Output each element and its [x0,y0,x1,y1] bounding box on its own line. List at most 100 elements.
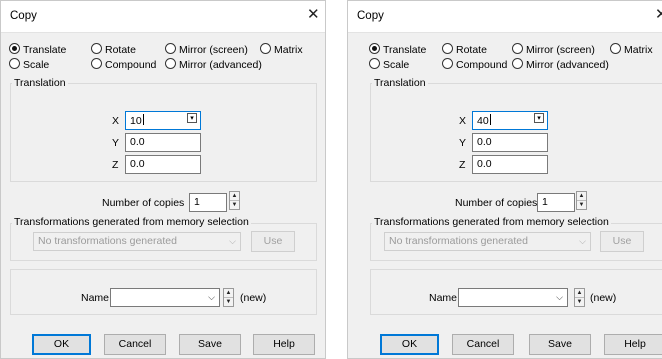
spin-up-icon[interactable]: ▲ [224,289,233,298]
copies-spinner[interactable]: ▲ ▼ [576,191,587,210]
cell-picker-icon[interactable]: ▾ [187,113,197,123]
memory-combo-value: No transformations generated [389,235,528,247]
memory-group-label: Transformations generated from memory se… [12,216,251,228]
radio-mirror-advanced[interactable]: Mirror (advanced) [512,58,609,72]
radio-compound[interactable]: Compound [91,58,156,72]
radio-label: Rotate [456,44,487,56]
radio-rotate[interactable]: Rotate [442,43,487,57]
y-input[interactable]: 0.0 [472,133,548,152]
text-caret [142,114,144,125]
spin-down-icon[interactable]: ▼ [230,201,239,209]
dialog-title: Copy [10,10,37,22]
help-button[interactable]: Help [604,334,662,355]
radio-selected-icon [9,43,20,54]
radio-matrix[interactable]: Matrix [610,43,653,57]
translation-group-label: Translation [12,77,68,89]
spin-down-icon[interactable]: ▼ [224,298,233,306]
radio-mirror-screen[interactable]: Mirror (screen) [165,43,248,57]
z-input[interactable]: 0.0 [125,155,201,174]
radio-label: Scale [23,59,50,71]
memory-combo[interactable]: No transformations generated ⌵ [384,232,591,251]
copies-label: Number of copies [102,197,185,209]
copy-dialog-right: Copy ✕ Translate Rotate Mirror (screen) … [347,0,662,359]
radio-label: Translate [383,44,427,56]
radio-label: Matrix [274,44,303,56]
radio-icon [9,58,20,69]
cancel-button[interactable]: Cancel [452,334,514,355]
radio-icon [442,58,453,69]
x-label: X [459,115,467,127]
spin-up-icon[interactable]: ▲ [230,192,239,201]
radio-label: Scale [383,59,410,71]
radio-icon [165,58,176,69]
y-label: Y [459,137,467,149]
name-combo[interactable]: ⌵ [458,288,568,307]
ok-button[interactable]: OK [32,334,91,355]
radio-compound[interactable]: Compound [442,58,507,72]
title-bar: Copy ✕ [348,1,662,33]
radio-translate[interactable]: Translate [369,43,426,57]
spin-down-icon[interactable]: ▼ [577,201,586,209]
memory-combo-value: No transformations generated [38,235,177,247]
radio-label: Compound [456,59,508,71]
copy-dialog-left: Copy ✕ Translate Rotate Mirror (screen) … [0,0,326,359]
help-button[interactable]: Help [253,334,315,355]
chevron-down-icon[interactable]: ⌵ [556,291,563,304]
cancel-button[interactable]: Cancel [104,334,166,355]
save-button[interactable]: Save [529,334,591,355]
radio-icon [442,43,453,54]
copies-input[interactable]: 1 [537,193,575,212]
radio-icon [91,43,102,54]
close-icon[interactable]: ✕ [655,6,662,24]
z-input[interactable]: 0.0 [472,155,548,174]
x-input-value: 40 [477,115,489,127]
radio-label: Matrix [624,44,653,56]
copies-spinner[interactable]: ▲ ▼ [229,191,240,210]
radio-label: Mirror (screen) [179,44,248,56]
copies-label: Number of copies [455,197,538,209]
radio-icon [91,58,102,69]
dialog-title: Copy [357,10,384,22]
ok-button[interactable]: OK [380,334,439,355]
radio-mirror-screen[interactable]: Mirror (screen) [512,43,595,57]
name-spinner[interactable]: ▲ ▼ [223,288,234,307]
z-label: Z [459,159,466,171]
x-input-value: 10 [130,115,142,127]
chevron-down-icon: ⌵ [229,236,236,246]
radio-label: Mirror (advanced) [179,59,262,71]
spin-up-icon[interactable]: ▲ [577,192,586,201]
radio-matrix[interactable]: Matrix [260,43,303,57]
use-button[interactable]: Use [600,231,644,252]
chevron-down-icon[interactable]: ⌵ [208,291,215,304]
radio-icon [610,43,621,54]
name-combo[interactable]: ⌵ [110,288,220,307]
radio-rotate[interactable]: Rotate [91,43,136,57]
cell-picker-icon[interactable]: ▾ [534,113,544,123]
radio-scale[interactable]: Scale [9,58,49,72]
name-spinner[interactable]: ▲ ▼ [574,288,585,307]
save-button[interactable]: Save [179,334,241,355]
x-label: X [112,115,120,127]
radio-icon [512,43,523,54]
radio-selected-icon [369,43,380,54]
spin-up-icon[interactable]: ▲ [575,289,584,298]
radio-icon [260,43,271,54]
name-status: (new) [240,292,267,304]
radio-mirror-advanced[interactable]: Mirror (advanced) [165,58,262,72]
radio-translate[interactable]: Translate [9,43,66,57]
z-label: Z [112,159,119,171]
use-button[interactable]: Use [251,231,295,252]
radio-icon [512,58,523,69]
translation-group-label: Translation [372,77,428,89]
y-input[interactable]: 0.0 [125,133,201,152]
name-label: Name [81,292,110,304]
radio-label: Translate [23,44,67,56]
memory-combo[interactable]: No transformations generated ⌵ [33,232,241,251]
radio-scale[interactable]: Scale [369,58,409,72]
chevron-down-icon: ⌵ [579,236,586,246]
close-icon[interactable]: ✕ [307,6,320,24]
title-bar: Copy ✕ [1,1,325,33]
copies-input[interactable]: 1 [189,193,227,212]
radio-icon [369,58,380,69]
spin-down-icon[interactable]: ▼ [575,298,584,306]
